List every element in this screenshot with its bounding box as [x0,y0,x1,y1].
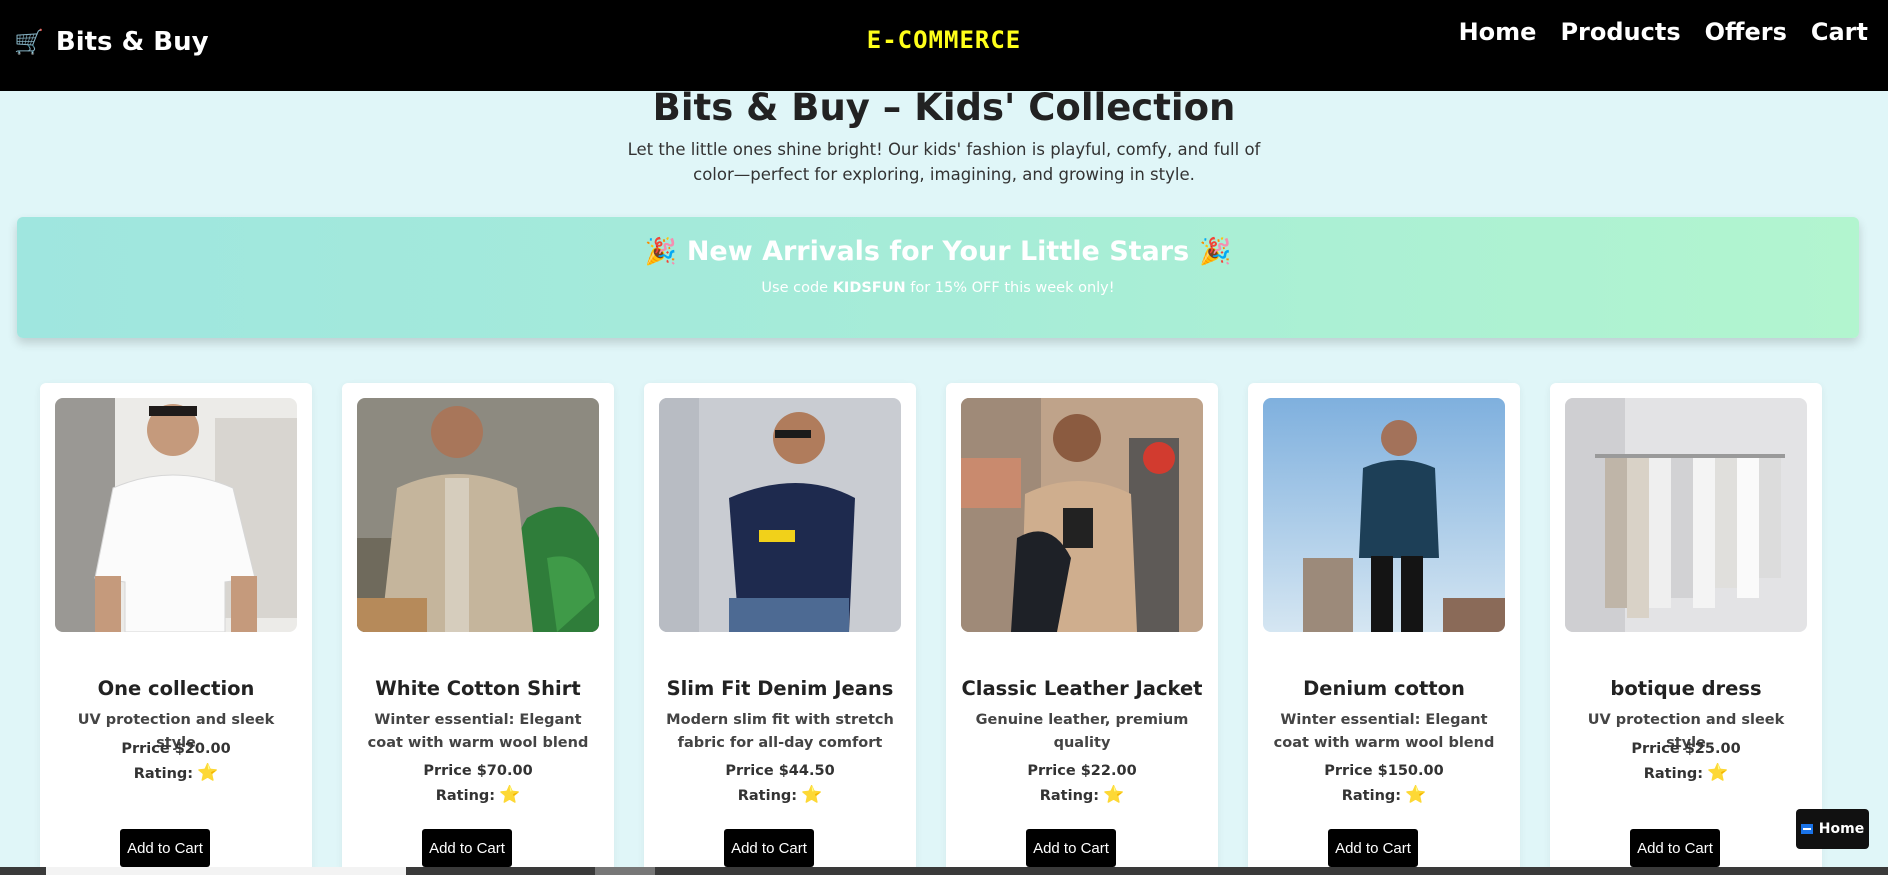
star-icon: ⭐ [801,785,823,805]
rating-label: Rating: [1039,788,1100,804]
product-description: Winter essential: Elegant coat with warm… [367,712,589,751]
party-popper-icon: 🎉 [644,236,677,267]
star-icon: ⭐ [1707,763,1729,783]
page-subtitle: Let the little ones shine bright! Our ki… [627,140,1261,184]
top-navbar: 🛒 Bits & Buy E-COMMERCE Home Products Of… [0,0,1888,91]
product-name: Classic Leather Jacket [961,677,1203,700]
add-to-cart-button[interactable]: Add to Cart [724,829,814,867]
product-rating: Rating: ⭐ [946,785,1218,805]
party-popper-icon: 🎉 [1199,236,1232,267]
add-to-cart-button[interactable]: Add to Cart [422,829,512,867]
floating-home-button[interactable]: Home [1796,809,1869,849]
promo-code-text: Use code KIDSFUN for 15% OFF this week o… [17,280,1859,296]
star-icon: ⭐ [1103,785,1125,805]
product-image [961,398,1203,632]
rating-label: Rating: [737,788,798,804]
main-nav: Home Products Offers Cart [1459,18,1868,46]
product-description: Winter essential: Elegant coat with warm… [1273,712,1495,751]
strip-segment [46,867,406,875]
promo-code: KIDSFUN [832,280,906,296]
product-price: Prrice $25.00 [1631,741,1741,757]
page-title: Bits & Buy – Kids' Collection [652,86,1236,129]
product-card: Classic Leather Jacket Genuine leather, … [946,383,1218,875]
home-icon [1800,824,1813,834]
product-description: Genuine leather, premium quality [975,712,1189,751]
product-rating: Rating: ⭐ [1550,763,1822,783]
add-to-cart-button[interactable]: Add to Cart [1630,829,1720,867]
rating-label: Rating: [133,766,194,782]
add-to-cart-button[interactable]: Add to Cart [1026,829,1116,867]
product-card: botique dress UV protection and sleek st… [1550,383,1822,875]
rating-label: Rating: [1341,788,1402,804]
promo-suffix: for 15% OFF this week only! [910,280,1115,296]
add-to-cart-button[interactable]: Add to Cart [120,829,210,867]
bottom-image-strip [0,867,1888,875]
product-name: One collection [97,677,255,700]
product-price: Prrice $70.00 [423,763,533,779]
promo-prefix: Use code [761,280,829,296]
nav-offers[interactable]: Offers [1705,18,1787,46]
product-card: Denium cotton Winter essential: Elegant … [1248,383,1520,875]
banner-title: New Arrivals for Your Little Stars [686,236,1190,267]
product-image [1263,398,1505,632]
product-price: Prrice $20.00 [121,741,231,757]
product-image [357,398,599,632]
product-rating: Rating: ⭐ [644,785,916,805]
product-rating: Rating: ⭐ [342,785,614,805]
strip-segment [595,867,655,875]
product-rating: Rating: ⭐ [1248,785,1520,805]
product-image [659,398,901,632]
product-price: Prrice $44.50 [725,763,835,779]
product-image [55,398,297,632]
product-description: Modern slim fit with stretch fabric for … [666,712,894,751]
promo-banner: 🎉 New Arrivals for Your Little Stars 🎉 U… [17,217,1859,338]
nav-cart[interactable]: Cart [1811,18,1868,46]
product-name: botique dress [1610,677,1762,700]
product-name: Slim Fit Denim Jeans [666,677,894,700]
floating-home-label: Home [1818,821,1865,837]
rating-label: Rating: [435,788,496,804]
product-name: Denium cotton [1303,677,1465,700]
star-icon: ⭐ [1405,785,1427,805]
star-icon: ⭐ [197,763,219,783]
product-card: Slim Fit Denim Jeans Modern slim fit wit… [644,383,916,875]
product-price: Prrice $22.00 [1027,763,1137,779]
product-card: One collection UV protection and sleek s… [40,383,312,875]
nav-home[interactable]: Home [1459,18,1537,46]
product-name: White Cotton Shirt [375,677,581,700]
product-rating: Rating: ⭐ [40,763,312,783]
product-price: Prrice $150.00 [1324,763,1444,779]
add-to-cart-button[interactable]: Add to Cart [1328,829,1418,867]
banner-heading: 🎉 New Arrivals for Your Little Stars 🎉 [17,236,1859,267]
star-icon: ⭐ [499,785,521,805]
nav-products[interactable]: Products [1560,18,1680,46]
product-card: White Cotton Shirt Winter essential: Ele… [342,383,614,875]
product-image [1565,398,1807,632]
rating-label: Rating: [1643,766,1704,782]
